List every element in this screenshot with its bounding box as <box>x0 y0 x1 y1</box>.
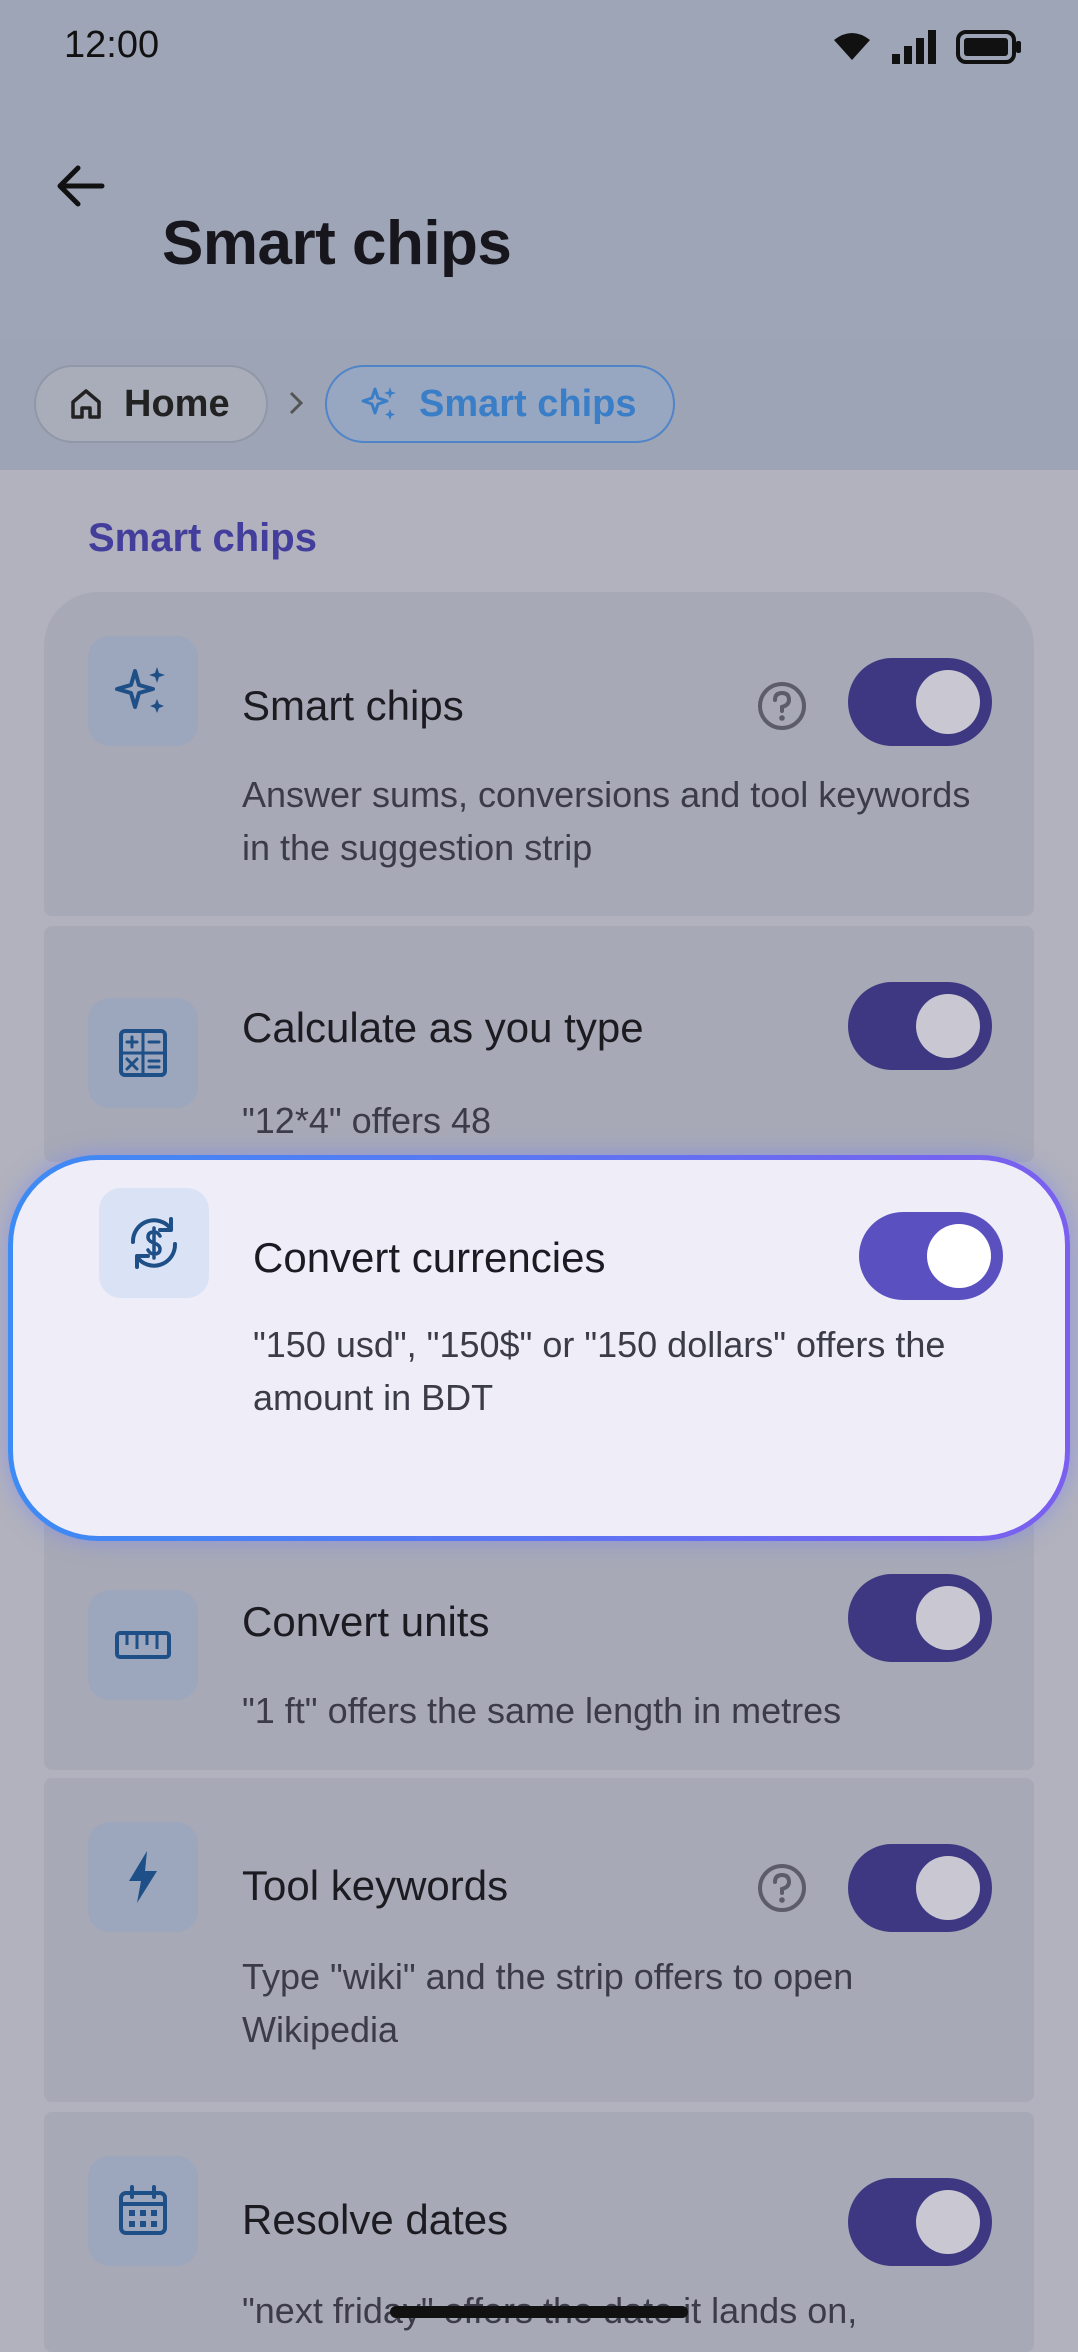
section-title: Smart chips <box>88 516 317 560</box>
breadcrumb-current-chip[interactable]: Smart chips <box>325 365 675 443</box>
convert-currencies-toggle[interactable] <box>859 1212 1003 1300</box>
toggle-knob <box>916 1856 980 1920</box>
currency-exchange-icon <box>130 1217 178 1269</box>
row-title: Calculate as you type <box>242 1004 644 1051</box>
help-icon <box>758 682 806 730</box>
help-icon <box>758 1864 806 1912</box>
page-title: Smart chips <box>162 209 512 278</box>
row-title: Convert units <box>242 1598 490 1645</box>
row-icon-tile <box>99 1188 209 1298</box>
status-time: 12:00 <box>64 24 160 66</box>
signal-icon <box>892 30 936 64</box>
battery-icon <box>956 30 1021 64</box>
row-icon-tile <box>88 998 198 1108</box>
row-title: Smart chips <box>242 682 464 729</box>
highlight-ring: Convert currencies "150 usd", "150$" or … <box>8 1155 1070 1541</box>
settings-row-tool-keywords[interactable]: Tool keywords Type "wiki" and the strip … <box>44 1778 1034 2102</box>
ruler-icon <box>115 1631 171 1659</box>
toggle-knob <box>916 994 980 1058</box>
smart-chips-toggle[interactable] <box>848 658 992 746</box>
row-icon-tile <box>88 636 198 746</box>
row-description: "150 usd", "150$" or "150 dollars" offer… <box>253 1324 946 1418</box>
toggle-knob <box>916 2190 980 2254</box>
toggle-knob <box>916 670 980 734</box>
row-title: Convert currencies <box>253 1234 606 1281</box>
home-indicator[interactable] <box>390 2306 688 2318</box>
settings-row-convert-currencies[interactable]: Convert currencies "150 usd", "150$" or … <box>49 1188 1029 1514</box>
wifi-icon <box>834 33 870 60</box>
arrow-back-icon <box>57 165 105 207</box>
settings-row-calculate[interactable]: Calculate as you type "12*4" offers 48 <box>44 926 1034 1162</box>
row-icon-tile <box>88 2156 198 2266</box>
toggle-knob <box>927 1224 991 1288</box>
row-description: "1 ft" offers the same length in metres <box>242 1690 842 1731</box>
breadcrumb-home-label: Home <box>124 382 230 425</box>
row-icon-tile <box>88 1590 198 1700</box>
row-description: Type "wiki" and the strip offers to open… <box>242 1956 854 2050</box>
back-button[interactable] <box>44 150 116 222</box>
breadcrumb-current-label: Smart chips <box>419 382 637 425</box>
sparkle-icon <box>115 667 165 713</box>
home-icon <box>71 389 101 419</box>
settings-row-convert-units[interactable]: Convert units "1 ft" offers the same len… <box>44 1518 1034 1770</box>
row-description: "12*4" offers 48 <box>242 1100 492 1141</box>
chevron-right-icon <box>289 391 304 415</box>
tool-keywords-toggle[interactable] <box>848 1844 992 1932</box>
sparkle-icon <box>361 387 396 420</box>
row-title: Tool keywords <box>242 1862 509 1909</box>
bolt-icon <box>129 1851 157 1903</box>
calendar-icon <box>119 2185 167 2235</box>
help-button[interactable] <box>756 1862 808 1914</box>
resolve-dates-toggle[interactable] <box>848 2178 992 2266</box>
convert-units-toggle[interactable] <box>848 1574 992 1662</box>
row-title: Resolve dates <box>242 2196 509 2243</box>
help-button[interactable] <box>756 680 808 732</box>
toggle-knob <box>916 1586 980 1650</box>
row-icon-tile <box>88 1822 198 1932</box>
calculate-toggle[interactable] <box>848 982 992 1070</box>
row-description: Answer sums, conversions and tool keywor… <box>242 774 971 868</box>
breadcrumb-home-chip[interactable]: Home <box>34 365 268 443</box>
settings-row-smart-chips[interactable]: Smart chips Answer sums, conversions and… <box>44 592 1034 916</box>
calculator-icon <box>119 1029 167 1077</box>
status-icons <box>832 30 1022 64</box>
